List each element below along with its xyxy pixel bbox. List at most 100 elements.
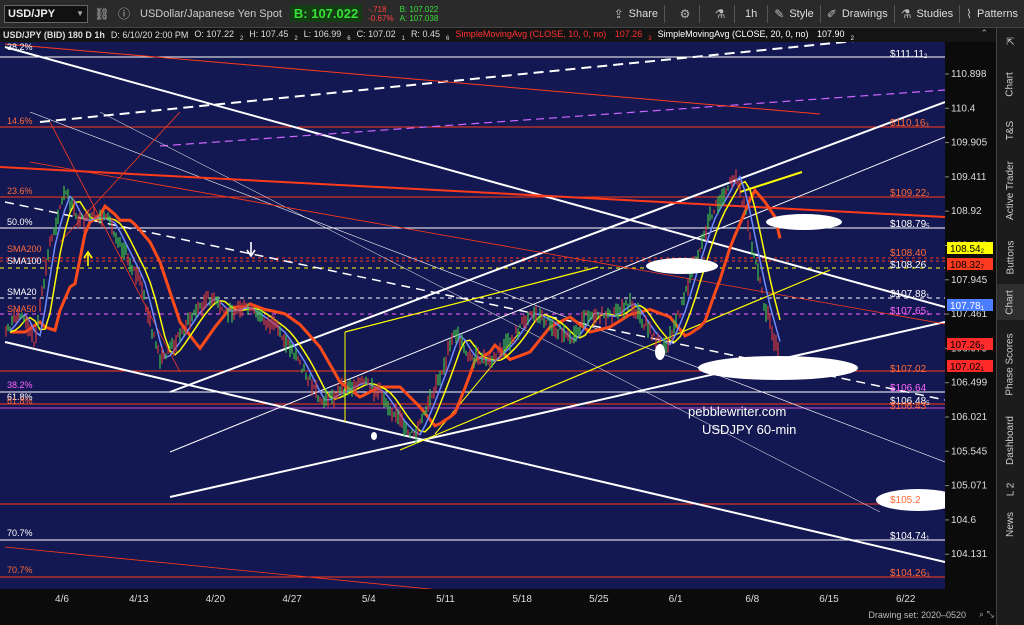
drawings-button[interactable]: ✐ Drawings bbox=[827, 7, 888, 21]
drawings-pencil-icon: ✐ bbox=[826, 6, 837, 21]
level-label: $108.40 bbox=[890, 248, 927, 259]
side-panel: ⇱ Chart T&S Active Trader Buttons Chart … bbox=[996, 28, 1024, 625]
link-icon[interactable]: ⛓ bbox=[94, 6, 110, 22]
fib-label: 61.8% bbox=[7, 396, 33, 406]
time-tick-label: 4/6 bbox=[55, 594, 69, 605]
share-icon: ⇪ bbox=[613, 6, 624, 21]
fib-label: 23.6% bbox=[7, 186, 33, 196]
ask-price: A: 107.038 bbox=[399, 13, 439, 23]
symbol-description: USDollar/Japanese Yen Spot bbox=[140, 7, 282, 20]
time-tick-label: 5/25 bbox=[589, 594, 609, 605]
annotation-arrows bbox=[83, 242, 256, 266]
share-button[interactable]: ⇪ Share bbox=[614, 7, 658, 21]
level-label: $110.163 bbox=[890, 118, 929, 129]
bar-high: H: 107.45 2 bbox=[249, 28, 298, 42]
level-label: $105.2 bbox=[890, 495, 921, 506]
svg-text:108.542: 108.542 bbox=[950, 244, 985, 255]
time-axis-canvas[interactable]: 4/6 4/13 4/20 4/27 5/4 5/11 5/18 5/25 6/1 6/8 6/15… bbox=[0, 589, 945, 607]
price-tick-label: 104.131 bbox=[951, 549, 988, 560]
time-tick-label: 5/4 bbox=[362, 594, 376, 605]
fib-label: SMA20 bbox=[7, 287, 37, 297]
price-tick-label: 106.021 bbox=[951, 412, 988, 423]
moving-average-lines bbox=[9, 175, 782, 436]
level-label: $108.26 bbox=[890, 260, 927, 271]
net-change: -.718 bbox=[368, 4, 387, 14]
level-label: $107.02 bbox=[890, 364, 927, 375]
tab-active-trader[interactable]: Active Trader bbox=[997, 150, 1024, 230]
bar-open: O: 107.22 2 bbox=[194, 28, 244, 42]
tab-chart[interactable]: Chart bbox=[997, 284, 1024, 320]
tab-chart-top[interactable]: Chart bbox=[997, 58, 1024, 110]
studies-button[interactable]: ⚗ Studies bbox=[901, 7, 953, 21]
fib-label: 38.2% bbox=[7, 42, 33, 52]
collapse-up-icon[interactable]: ⌃ bbox=[980, 28, 988, 39]
price-axis-canvas[interactable]: 110.898110.4109.905109.411108.92108.4331… bbox=[945, 42, 996, 607]
fib-label: 38.2% bbox=[7, 380, 33, 390]
style-button[interactable]: ✎ Style bbox=[774, 7, 814, 21]
fib-label: 50.0% bbox=[7, 217, 33, 227]
price-chart[interactable]: 38.2% 14.6% 23.6% 50.0% SMA200 SMA100 SMA20 SMA… bbox=[0, 42, 945, 607]
price-tick-label: 104.6 bbox=[951, 515, 976, 526]
style-brush-icon: ✎ bbox=[774, 6, 785, 21]
chart-info-bar: USD/JPY (BID) 180 D 1h D: 6/10/20 2:00 P… bbox=[0, 28, 996, 42]
time-tick-label: 5/18 bbox=[512, 594, 532, 605]
flask-icon[interactable]: ⚗ bbox=[712, 6, 728, 22]
sma10-legend[interactable]: SimpleMovingAvg (CLOSE, 10, 0, no) 107.2… bbox=[455, 29, 651, 42]
price-tick-label: 109.905 bbox=[951, 138, 988, 149]
horizontal-levels bbox=[0, 56, 945, 578]
bid-price: B: 107.022 bbox=[399, 4, 439, 14]
drawing-set-label[interactable]: Drawing set: 2020–0520 bbox=[868, 610, 966, 620]
symbol-selector[interactable]: USD/JPY ▼ bbox=[4, 4, 88, 23]
zoom-icon[interactable]: ⌕ bbox=[979, 609, 984, 620]
level-label: $109.222 bbox=[890, 188, 930, 199]
tab-time-and-sales[interactable]: T&S bbox=[997, 112, 1024, 148]
tab-news[interactable]: News bbox=[997, 506, 1024, 542]
tab-dashboard[interactable]: Dashboard bbox=[997, 408, 1024, 472]
price-axis[interactable]: 110.898110.4109.905109.411108.92108.4331… bbox=[945, 42, 996, 607]
level-label: $104.741 bbox=[890, 531, 930, 542]
symbol-text: USD/JPY bbox=[8, 7, 56, 20]
svg-text:107.021: 107.021 bbox=[950, 362, 985, 373]
watermark-site: pebblewriter.com bbox=[688, 404, 786, 419]
tab-buttons[interactable]: Buttons bbox=[997, 232, 1024, 282]
level-label: $107.651 bbox=[890, 306, 930, 317]
trend-lines bbox=[0, 42, 945, 593]
timeframe-button[interactable]: 1h bbox=[745, 8, 757, 20]
price-tick-label: 105.545 bbox=[951, 446, 988, 457]
fib-label: SMA100 bbox=[7, 256, 42, 266]
bar-datetime: D: 6/10/20 2:00 PM bbox=[110, 30, 189, 40]
price-tag: 108.327 bbox=[947, 258, 993, 271]
fib-label: 70.7% bbox=[7, 565, 33, 575]
patterns-icon: ⌇ bbox=[966, 6, 973, 21]
resize-handle-icon[interactable]: ⤡ bbox=[987, 609, 994, 620]
time-axis[interactable]: 4/6 4/13 4/20 4/27 5/4 5/11 5/18 5/25 6/1 6/8 6/15… bbox=[0, 589, 945, 607]
tab-level-2[interactable]: L 2 bbox=[997, 474, 1024, 504]
time-tick-label: 6/8 bbox=[745, 594, 759, 605]
fib-label: SMA50 bbox=[7, 304, 37, 314]
settings-gear-icon[interactable]: ⚙ bbox=[677, 6, 693, 22]
bar-range: R: 0.45 6 bbox=[410, 28, 450, 42]
price-tick-label: 106.499 bbox=[951, 378, 988, 389]
patterns-button[interactable]: ⌇ Patterns bbox=[966, 7, 1018, 21]
sma20-legend[interactable]: SimpleMovingAvg (CLOSE, 20, 0, no) 107.9… bbox=[658, 29, 854, 42]
bar-close: C: 107.02 1 bbox=[356, 28, 405, 42]
info-icon[interactable]: ⓘ bbox=[116, 6, 132, 22]
chart-title: USD/JPY (BID) 180 D 1h bbox=[3, 30, 105, 40]
price-tag: 108.542 bbox=[947, 242, 993, 255]
svg-text:108.327: 108.327 bbox=[950, 260, 985, 271]
top-toolbar: USD/JPY ▼ ⛓ ⓘ USDollar/Japanese Yen Spot… bbox=[0, 0, 1024, 28]
price-tick-label: 110.4 bbox=[951, 103, 976, 114]
status-bar: Drawing set: 2020–0520 ⌕ ⤡ bbox=[0, 607, 996, 625]
fib-label: 70.7% bbox=[7, 528, 33, 538]
highlight-ovals bbox=[371, 214, 945, 511]
svg-text:107.263: 107.263 bbox=[950, 340, 985, 351]
level-label: $108.795 bbox=[890, 219, 930, 230]
time-tick-label: 6/22 bbox=[896, 594, 916, 605]
price-tick-label: 105.071 bbox=[951, 481, 988, 492]
level-label: $104.263 bbox=[890, 568, 930, 579]
tab-phase-scores[interactable]: Phase Scores bbox=[997, 322, 1024, 406]
chart-canvas[interactable]: 38.2% 14.6% 23.6% 50.0% SMA200 SMA100 SMA20 SMA… bbox=[0, 42, 945, 607]
time-tick-label: 5/11 bbox=[436, 594, 455, 605]
pin-icon[interactable]: ⇱ bbox=[997, 30, 1024, 54]
last-price: B: 107.022 bbox=[289, 5, 363, 22]
